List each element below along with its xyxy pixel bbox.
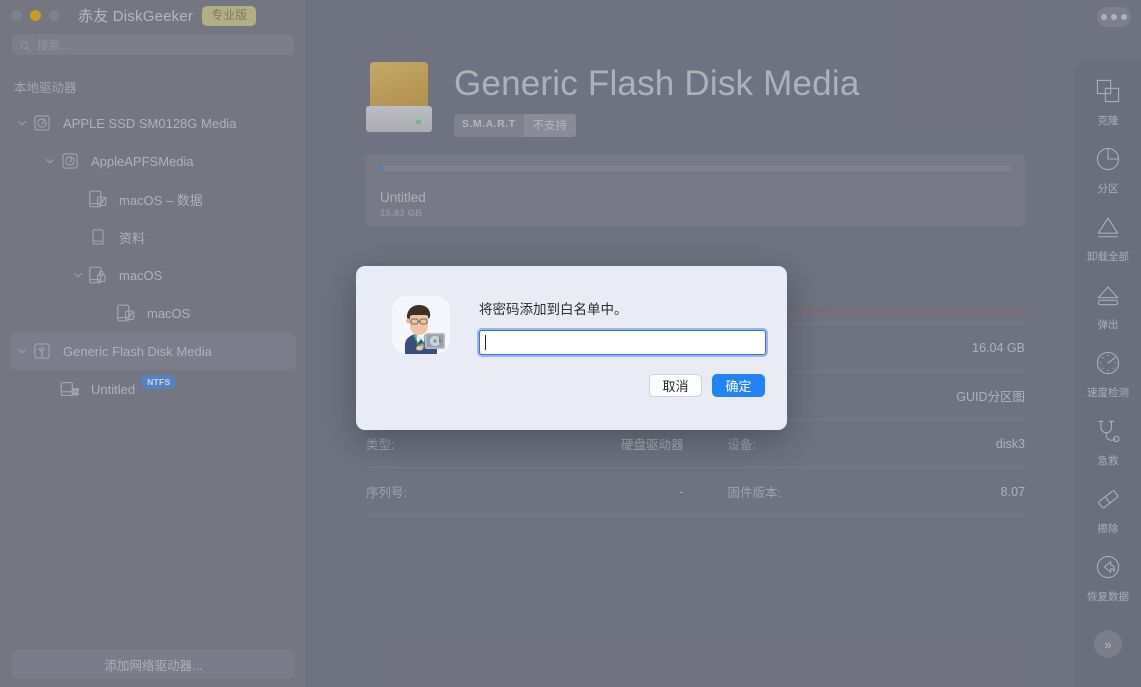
dialog-message: 将密码添加到白名单中。 [479,302,628,317]
cancel-button[interactable]: 取消 [649,374,702,397]
text-caret [485,335,486,350]
password-input[interactable] [479,330,766,355]
dialog-actions: 取消 确定 [479,374,766,397]
app-window: 赤友 DiskGeeker 专业版 搜索... 本地驱动器 APPLE SSD … [0,0,1141,687]
password-whitelist-dialog: 将密码添加到白名单中。 取消 确定 [356,266,787,430]
confirm-button[interactable]: 确定 [712,374,765,397]
disk-doctor-illustration-icon [392,296,450,354]
